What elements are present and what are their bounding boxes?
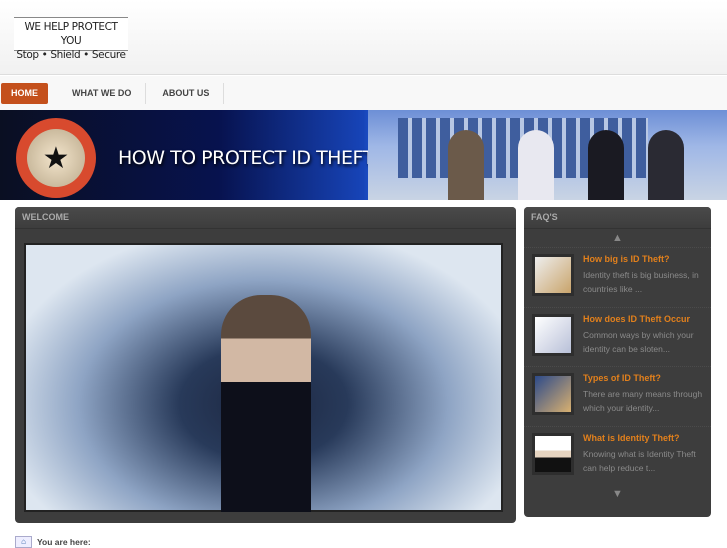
- breadcrumb-label: You are here:: [37, 537, 91, 547]
- site-header: WE HELP PROTECT YOU Stop • Shield • Secu…: [0, 0, 727, 75]
- welcome-panel: WELCOME: [15, 207, 516, 523]
- faq-item[interactable]: What is Identity Theft? Knowing what is I…: [524, 425, 711, 486]
- faq-item[interactable]: Types of ID Theft? There are many means t…: [524, 366, 711, 426]
- logo-tagline: Stop • Shield • Secure: [16, 49, 126, 61]
- home-icon: ⌂: [15, 536, 32, 548]
- faq-thumbnail: [532, 254, 574, 296]
- faq-item-title[interactable]: How big is ID Theft?: [583, 254, 711, 264]
- welcome-title: WELCOME: [15, 207, 516, 229]
- faq-item[interactable]: How big is ID Theft? Identity theft is bi…: [524, 247, 711, 307]
- faq-item-desc: Common ways by which your identity can b…: [583, 329, 694, 354]
- faq-title: FAQ'S: [524, 207, 711, 229]
- welcome-image: [24, 243, 503, 512]
- main-nav: HOME WHAT WE DO ABOUT US: [0, 76, 727, 110]
- faq-item[interactable]: How does ID Theft Occur Common ways by wh…: [524, 306, 711, 367]
- nav-what-we-do[interactable]: WHAT WE DO: [58, 82, 147, 104]
- scroll-down-arrow-icon[interactable]: ▼: [524, 485, 711, 503]
- faq-item-title[interactable]: How does ID Theft Occur: [583, 314, 711, 324]
- scroll-up-arrow-icon[interactable]: ▲: [524, 229, 711, 247]
- faq-item-title[interactable]: What is Identity Theft?: [583, 433, 711, 443]
- faq-panel: FAQ'S ▲ How big is ID Theft? Identity the…: [524, 207, 711, 517]
- faq-thumbnail: [532, 432, 574, 475]
- faq-item-desc: Knowing what is Identity Theft can help …: [583, 448, 696, 473]
- nav-home[interactable]: HOME: [1, 82, 48, 104]
- hero-banner: ★ HOW TO PROTECT ID THEFT: [0, 110, 727, 200]
- faq-item-desc: There are many means through which your …: [583, 389, 703, 413]
- nav-about-us[interactable]: ABOUT US: [148, 82, 225, 104]
- faq-thumbnail: [532, 373, 574, 415]
- site-logo[interactable]: WE HELP PROTECT YOU Stop • Shield • Secu…: [14, 17, 128, 61]
- breadcrumb: ⌂ You are here:: [15, 536, 91, 548]
- faq-item-desc: Identity theft is big business, in count…: [583, 270, 699, 294]
- faq-item-title[interactable]: Types of ID Theft?: [583, 373, 711, 383]
- faq-thumbnail: [532, 313, 574, 356]
- business-people-image: [368, 110, 727, 200]
- shield-seal-icon: ★: [16, 118, 96, 198]
- banner-title: HOW TO PROTECT ID THEFT: [118, 147, 374, 169]
- logo-line1: WE HELP PROTECT YOU: [24, 21, 118, 47]
